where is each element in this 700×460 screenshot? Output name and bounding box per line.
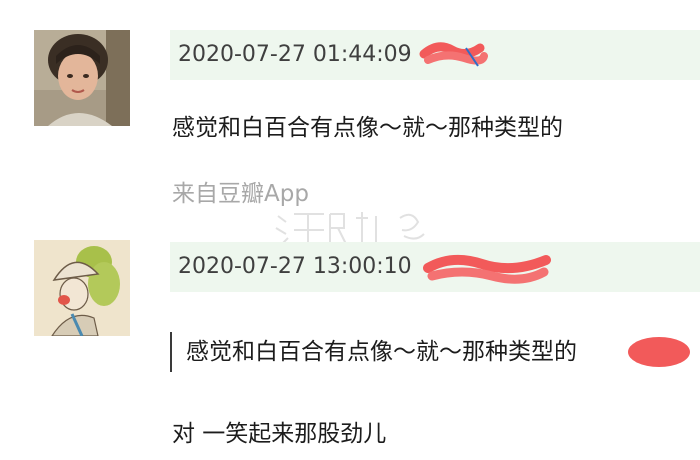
comment-text: 感觉和白百合有点像～就～那种类型的 <box>172 115 563 141</box>
avatar-illustration-icon <box>34 240 130 336</box>
quoted-comment: 感觉和白百合有点像～就～那种类型的 <box>170 332 577 372</box>
comment-item: 2020-07-27 13:00:10 感觉和白百合有点像～就～那种类型的 对 … <box>0 240 700 460</box>
comment-text: 对 一笑起来那股劲儿 <box>172 421 387 447</box>
redaction-scribble-icon <box>423 254 551 284</box>
avatar-photo-icon <box>34 30 130 126</box>
comment-item: 2020-07-27 01:44:09 感觉和白百合有点像～就～那种类型的 来自… <box>0 0 700 249</box>
avatar[interactable] <box>34 30 130 126</box>
avatar[interactable] <box>34 240 130 336</box>
comment-meta-bar: 2020-07-27 13:00:10 <box>170 242 700 292</box>
redaction-scribble-icon <box>419 42 488 67</box>
comment-source-label[interactable]: 来自豆瓣App <box>172 179 309 209</box>
comment-timestamp: 2020-07-27 01:44:09 <box>178 42 412 67</box>
redaction-blot-icon <box>628 337 690 367</box>
comment-timestamp: 2020-07-27 13:00:10 <box>178 254 412 279</box>
comment-meta-bar: 2020-07-27 01:44:09 <box>170 30 700 80</box>
